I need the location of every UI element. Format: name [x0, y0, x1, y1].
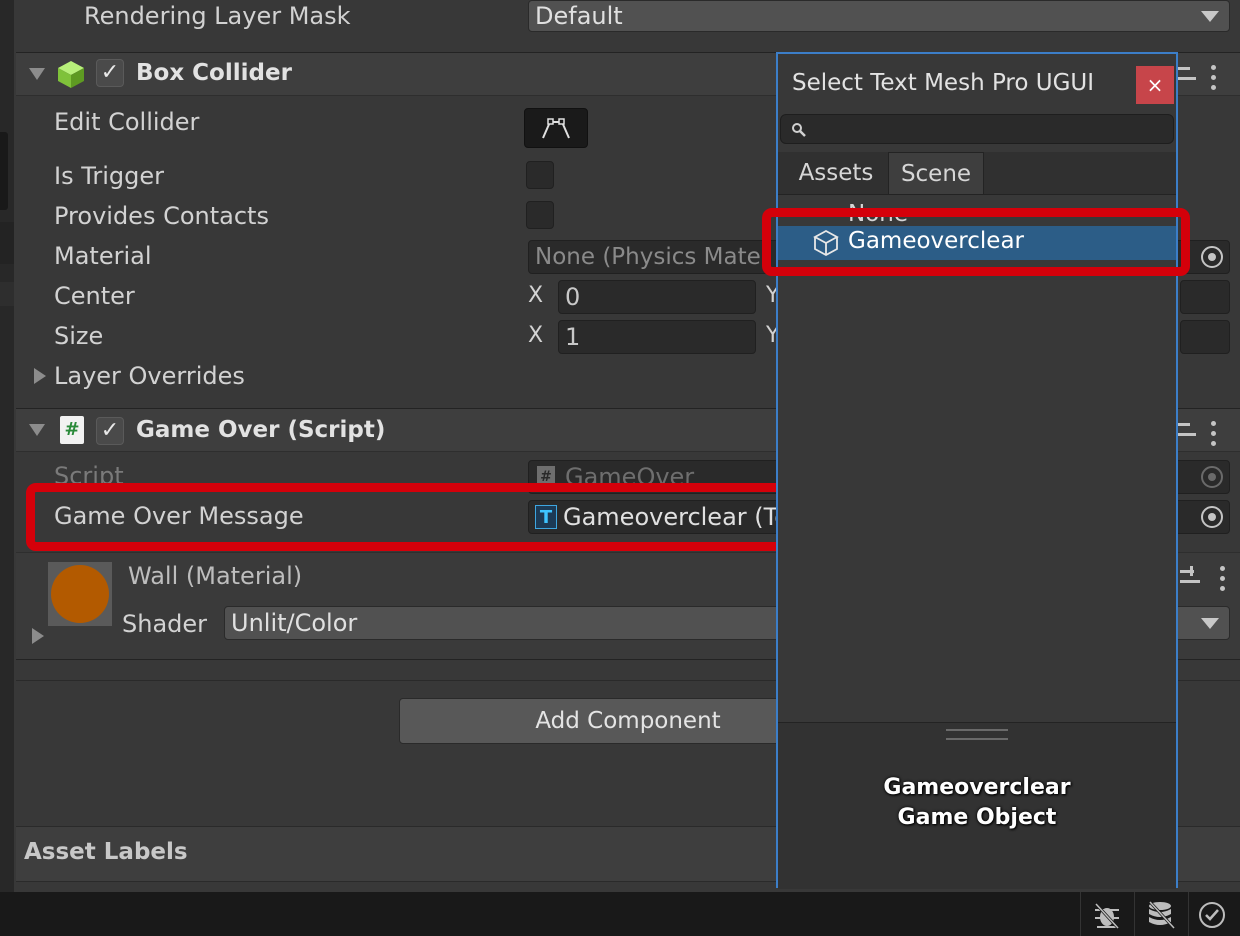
preview-object-name: Gameoverclear: [883, 775, 1071, 800]
panel-tab[interactable]: [0, 222, 14, 264]
size-x-label: X: [528, 323, 544, 348]
object-picker-window[interactable]: Select Text Mesh Pro UGUI × Assets Scene…: [776, 52, 1178, 889]
object-picker-icon[interactable]: [1201, 506, 1223, 528]
shader-label: Shader: [122, 610, 208, 638]
status-divider: [1080, 892, 1081, 936]
more-options-icon[interactable]: [1211, 421, 1217, 447]
shader-value: Unlit/Color: [231, 609, 358, 637]
object-picker-icon[interactable]: [1201, 246, 1223, 268]
preview-object-type: Game Object: [897, 805, 1057, 830]
resize-handle[interactable]: [946, 729, 1008, 740]
object-picker-tabs: Assets Scene: [778, 152, 1176, 195]
more-options-icon[interactable]: [1211, 65, 1217, 91]
rendering-layer-mask-value: Default: [535, 2, 623, 30]
object-search-field[interactable]: [780, 114, 1174, 144]
material-title: Wall (Material): [128, 562, 303, 590]
preset-sliders-icon[interactable]: [1176, 419, 1200, 441]
center-z-field[interactable]: [1180, 280, 1230, 314]
edit-collider-button[interactable]: [524, 108, 588, 148]
object-picker-title: Select Text Mesh Pro UGUI: [792, 70, 1095, 96]
highlight-selected-item: [762, 208, 1190, 276]
center-x-field[interactable]: 0: [558, 280, 756, 314]
rendering-layer-mask-dropdown[interactable]: Default: [528, 0, 1230, 32]
status-divider: [1134, 892, 1135, 936]
progress-checkmark-icon[interactable]: [1198, 901, 1226, 929]
size-label: Size: [54, 322, 104, 350]
game-over-enabled-checkbox[interactable]: ✓: [96, 417, 124, 445]
debug-bug-icon[interactable]: [1092, 900, 1122, 930]
size-z-field[interactable]: [1180, 320, 1230, 354]
highlight-game-over-message: [26, 483, 811, 551]
search-icon: [792, 123, 806, 137]
size-x-value: 1: [565, 323, 581, 351]
box-collider-enabled-checkbox[interactable]: ✓: [96, 59, 124, 87]
tab-scene-label: Scene: [900, 161, 972, 187]
more-options-icon[interactable]: [1220, 566, 1226, 592]
status-divider: [1188, 892, 1189, 936]
preset-sliders-icon[interactable]: [1176, 63, 1200, 85]
cache-server-icon[interactable]: [1146, 900, 1176, 930]
layer-overrides-label[interactable]: Layer Overrides: [54, 362, 245, 390]
status-bar: [0, 892, 1240, 936]
box-collider-title: Box Collider: [136, 60, 292, 86]
material-foldout-icon[interactable]: [32, 628, 44, 644]
close-button[interactable]: ×: [1136, 66, 1174, 104]
provides-contacts-label: Provides Contacts: [54, 202, 269, 230]
game-over-script-title: Game Over (Script): [136, 417, 386, 443]
object-picker-icon: [1201, 466, 1223, 488]
size-x-field[interactable]: 1: [558, 320, 756, 354]
preset-sliders-icon[interactable]: [1180, 566, 1204, 588]
box-collider-icon: [58, 61, 84, 88]
tab-assets-label: Assets: [798, 160, 874, 186]
rendering-layer-mask-label: Rendering Layer Mask: [84, 2, 351, 30]
physics-material-value: None (Physics Mate: [535, 244, 761, 270]
material-preview[interactable]: [48, 562, 112, 626]
material-swatch: [51, 565, 109, 623]
center-x-value: 0: [565, 283, 581, 311]
layer-overrides-foldout-icon[interactable]: [34, 368, 46, 384]
is-trigger-checkbox[interactable]: [526, 161, 554, 189]
foldout-icon[interactable]: [29, 424, 45, 436]
provides-contacts-checkbox[interactable]: [526, 201, 554, 229]
panel-tab[interactable]: [0, 282, 14, 306]
center-x-label: X: [528, 283, 544, 308]
csharp-script-icon: #: [60, 416, 84, 444]
edit-collider-icon: [542, 118, 570, 139]
is-trigger-label: Is Trigger: [54, 162, 164, 190]
panel-tab[interactable]: [0, 132, 8, 210]
center-label: Center: [54, 282, 135, 310]
chevron-down-icon: [1201, 11, 1219, 22]
asset-labels-title: Asset Labels: [24, 839, 188, 865]
edit-collider-label: Edit Collider: [54, 108, 200, 136]
foldout-icon[interactable]: [29, 68, 45, 80]
object-preview-area: Gameoverclear Game Object: [778, 722, 1176, 889]
tab-assets[interactable]: Assets: [784, 152, 888, 194]
close-icon: ×: [1146, 73, 1164, 97]
chevron-down-icon: [1201, 618, 1219, 629]
left-panel-edge: [0, 0, 14, 892]
tab-scene[interactable]: Scene: [888, 152, 984, 194]
add-component-label: Add Component: [535, 708, 721, 734]
material-label: Material: [54, 242, 152, 270]
